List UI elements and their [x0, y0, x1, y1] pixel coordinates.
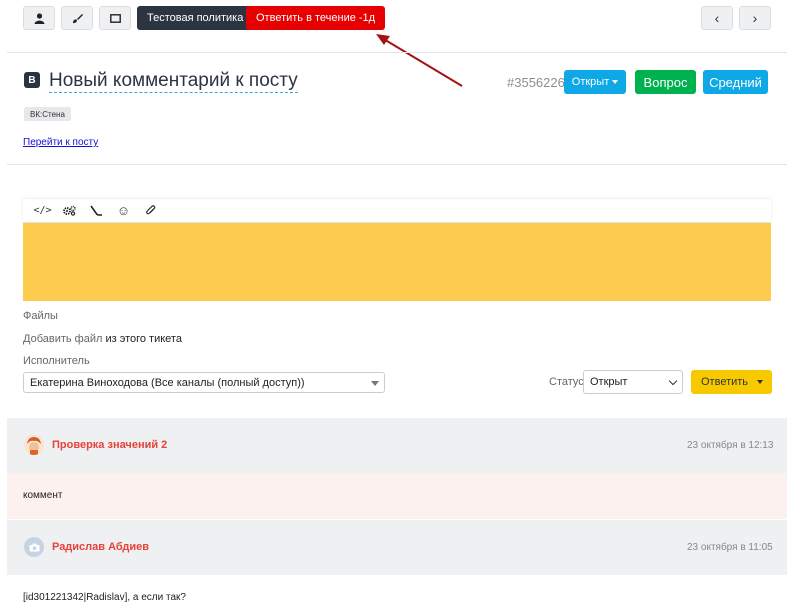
reply-label: Ответить — [701, 376, 749, 388]
status-dropdown-label: Открыт — [571, 76, 610, 88]
priority-button[interactable]: Средний — [703, 70, 768, 94]
comment-body: коммент — [7, 473, 787, 519]
camera-icon — [29, 543, 39, 551]
comment-author[interactable]: Радислав Абдиев — [52, 541, 149, 553]
policy-button[interactable]: Тестовая политика — [137, 6, 254, 30]
user-icon — [34, 12, 44, 24]
deadline-button[interactable]: Ответить в течение -1д — [246, 6, 386, 30]
avatar — [24, 435, 44, 455]
comment-text: [id301221342|Radislav], а если так? — [23, 592, 186, 603]
chevron-down-icon — [668, 376, 678, 386]
tablet-icon — [109, 13, 121, 23]
files-label: Файлы — [23, 310, 58, 322]
caret-down-icon — [612, 80, 619, 84]
priority-label: Средний — [709, 74, 762, 90]
deadline-label: Ответить в течение -1д — [256, 12, 376, 24]
add-file-row: Добавить файл из этого тикета — [23, 333, 182, 345]
ticket-title[interactable]: Новый комментарий к посту — [49, 70, 298, 93]
status-value: Открыт — [590, 376, 628, 388]
assignee-value: Екатерина Виноходова (Все каналы (полный… — [30, 376, 305, 389]
gears-icon[interactable] — [56, 200, 83, 222]
prev-ticket-button[interactable]: ‹ — [701, 6, 733, 30]
add-file-suffix: из этого тикета — [102, 333, 182, 345]
chevron-right-icon: › — [752, 10, 758, 26]
go-to-post-link[interactable]: Перейти к посту — [23, 137, 98, 148]
pipe-icon[interactable] — [83, 200, 110, 222]
status-label: Статус — [549, 376, 584, 388]
brush-icon — [72, 13, 83, 23]
smile-icon[interactable]: ☺ — [110, 200, 137, 222]
type-button[interactable]: Вопрос — [635, 70, 696, 94]
ticket-number: #3556226 — [507, 75, 565, 90]
divider — [7, 164, 787, 165]
next-ticket-button[interactable]: › — [739, 6, 771, 30]
chevron-left-icon: ‹ — [714, 10, 720, 26]
comment-date: 23 октября в 12:13 — [687, 440, 774, 451]
channel-tag: ВК:Стена — [24, 107, 71, 121]
assignee-label: Исполнитель — [23, 355, 90, 367]
brush-button[interactable] — [61, 6, 93, 30]
annotation-arrow — [376, 34, 463, 87]
type-label: Вопрос — [643, 74, 688, 90]
reply-dropdown-icon[interactable] — [757, 380, 763, 384]
add-file-link[interactable]: Добавить файл — [23, 333, 102, 345]
status-select[interactable]: Открыт — [583, 370, 683, 394]
comment-date: 23 октября в 11:05 — [687, 542, 773, 553]
comment-text: коммент — [23, 490, 63, 501]
vk-source-icon: B — [24, 72, 40, 88]
comment-author[interactable]: Проверка значений 2 — [52, 439, 167, 451]
editor-toolbar: </> ☺ — [23, 199, 771, 223]
tablet-button[interactable] — [99, 6, 131, 30]
avatar — [24, 537, 44, 557]
status-dropdown-button[interactable]: Открыт — [564, 70, 626, 94]
paperclip-icon[interactable] — [137, 200, 164, 222]
reply-editor[interactable] — [23, 223, 771, 301]
reply-button[interactable]: Ответить — [691, 370, 772, 394]
policy-label: Тестовая политика — [147, 12, 244, 24]
user-button[interactable] — [23, 6, 55, 30]
assignee-select[interactable]: Екатерина Виноходова (Все каналы (полный… — [23, 372, 385, 393]
code-icon[interactable]: </> — [29, 200, 56, 222]
divider — [7, 52, 787, 53]
caret-down-icon — [371, 380, 379, 386]
